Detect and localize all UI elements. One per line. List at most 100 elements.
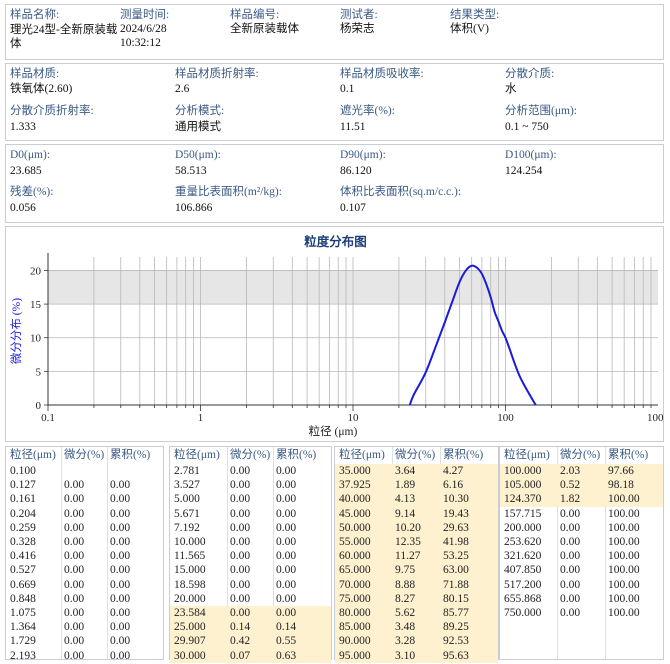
table-row: 70.000 8.88 71.88 (335, 577, 498, 592)
column-header: 粒径(μm) (174, 449, 220, 461)
size-cell: 15.000 (174, 564, 206, 577)
cum-cell: 0.00 (276, 607, 297, 619)
cum-cell: 100.00 (608, 578, 640, 591)
table-row: 0.416 0.00 0.00 (6, 549, 163, 563)
diff-cell: 0.42 (230, 635, 251, 648)
size-cell: 124.370 (504, 493, 542, 506)
diff-cell: 0.00 (64, 550, 85, 563)
cum-cell: 0.00 (110, 536, 131, 548)
d0-label: D0(μm): (10, 149, 51, 161)
diff-cell: 0.00 (230, 564, 251, 577)
y-tick-label: 0 (36, 400, 42, 412)
table-row: 50.000 10.20 29.63 (335, 520, 498, 535)
size-cell: 29.907 (174, 635, 206, 648)
table-row: 0.669 0.00 0.00 (6, 578, 163, 592)
size-cell: 0.527 (10, 564, 36, 577)
column-header: 累积(%) (110, 449, 151, 461)
cum-cell: 100.00 (608, 493, 640, 506)
diff-cell: 8.27 (395, 592, 416, 605)
cum-cell: 71.88 (443, 578, 469, 591)
size-cell: 321.620 (504, 550, 542, 563)
absorption-value: 0.1 (340, 83, 355, 95)
refractive-label: 样品材质折射率: (175, 68, 259, 80)
diff-cell: 0.00 (64, 507, 85, 520)
size-cell: 0.204 (10, 507, 36, 520)
size-cell: 95.000 (339, 649, 371, 662)
table-row: 7.192 0.00 0.00 (170, 521, 331, 535)
diff-cell: 3.28 (395, 635, 416, 648)
size-cell: 105.000 (504, 479, 542, 492)
cum-cell: 0.00 (110, 493, 131, 506)
diff-cell: 0.00 (230, 550, 251, 563)
table-row: 124.370 1.82 100.00 (500, 492, 663, 507)
table-row: 253.620 0.00 100.00 (500, 535, 663, 549)
diff-cell: 1.89 (395, 479, 416, 492)
cum-cell: 95.63 (443, 649, 469, 662)
data-table-2: 粒径(μm) 微分(%) 累积(%) 2.781 0.00 0.00 3.527 0.00 0.… (169, 446, 332, 663)
size-cell: 35.000 (339, 465, 371, 477)
cum-cell: 0.14 (276, 621, 297, 634)
ssa-vol-label: 体积比表面积(sq.m/c.c.): (340, 186, 462, 198)
measure-time-label: 测量时间: (120, 9, 170, 21)
cum-cell: 0.00 (110, 592, 131, 605)
diff-cell: 0.00 (560, 536, 581, 548)
size-cell: 1.729 (10, 635, 36, 648)
residual-label: 残差(%): (10, 186, 54, 198)
size-cell: 55.000 (339, 536, 371, 548)
size-cell: 10.000 (174, 536, 206, 548)
medium-label: 分散介质: (505, 68, 555, 80)
d0-value: 23.685 (10, 165, 42, 177)
tester-label: 测试者: (340, 9, 378, 21)
cum-cell: 0.00 (110, 635, 131, 648)
cum-cell: 0.00 (110, 564, 131, 577)
diff-cell: 0.00 (64, 479, 85, 492)
size-cell: 25.000 (174, 621, 206, 634)
range-value: 0.1 ~ 750 (505, 121, 549, 133)
diff-cell: 3.10 (395, 649, 416, 662)
size-cell: 60.000 (339, 550, 371, 563)
cum-cell: 41.98 (443, 536, 469, 548)
mode-value: 通用模式 (175, 121, 221, 133)
diff-cell: 3.48 (395, 621, 416, 634)
size-cell: 5.671 (174, 507, 200, 520)
table-row: 0.527 0.00 0.00 (6, 563, 163, 577)
column-header: 累积(%) (608, 449, 649, 461)
table-row: 60.000 11.27 53.25 (335, 549, 498, 564)
sample-name-value: 理光24型-全新原装载体 (10, 24, 118, 50)
material-info-panel: 样品材质: 铁氧体(2.60) 样品材质折射率: 2.6 样品材质吸收率: 0.… (5, 63, 664, 141)
table-row: 321.620 0.00 100.00 (500, 549, 663, 563)
table-row: 80.000 5.62 85.77 (335, 606, 498, 621)
absorption-label: 样品材质吸收率: (340, 68, 424, 80)
cum-cell: 0.00 (276, 578, 297, 591)
d50-value: 58.513 (175, 165, 207, 177)
x-axis-label: 粒径 (μm) (309, 424, 358, 438)
y-tick-label: 5 (36, 366, 42, 378)
x-tick-label: 0.1 (41, 412, 55, 424)
diff-cell: 0.00 (64, 564, 85, 577)
cum-cell: 100.00 (608, 564, 640, 577)
diff-cell: 0.00 (64, 493, 85, 506)
range-label: 分析范围(μm): (505, 105, 577, 117)
size-cell: 200.000 (504, 521, 542, 534)
table-row: 0.204 0.00 0.00 (6, 507, 163, 521)
diff-cell: 0.00 (230, 493, 251, 506)
diff-cell: 0.00 (560, 578, 581, 591)
size-cell: 45.000 (339, 507, 371, 520)
size-cell: 750.000 (504, 607, 542, 619)
table-row: 95.000 3.10 95.63 (335, 648, 498, 663)
table-row: 105.000 0.52 98.18 (500, 478, 663, 493)
x-tick-label: 100 (497, 412, 514, 424)
table-header: 粒径(μm) 微分(%) 累积(%) (335, 449, 498, 462)
size-cell: 0.416 (10, 550, 36, 563)
size-cell: 80.000 (339, 607, 371, 619)
cum-cell: 97.66 (608, 465, 634, 477)
size-cell: 5.000 (174, 493, 200, 506)
table-row: 1.729 0.00 0.00 (6, 634, 163, 648)
size-cell: 37.925 (339, 479, 371, 492)
column-header: 粒径(μm) (10, 449, 56, 461)
cum-cell: 0.55 (276, 635, 297, 648)
size-cell: 407.850 (504, 564, 542, 577)
diff-cell: 0.00 (560, 550, 581, 563)
table-row: 65.000 9.75 63.00 (335, 563, 498, 578)
diff-cell: 1.82 (560, 493, 581, 506)
